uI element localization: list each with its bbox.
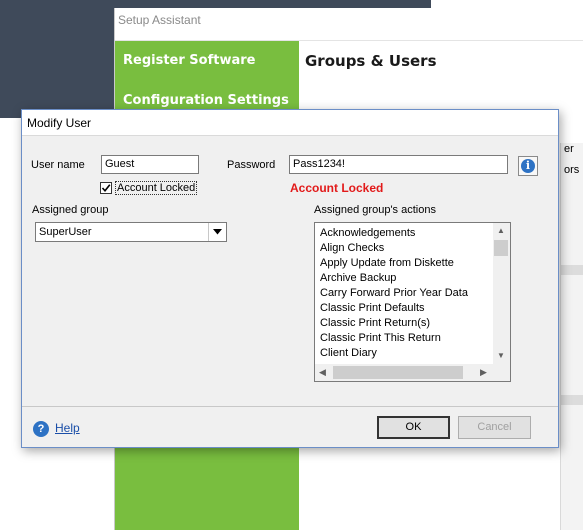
setup-assistant-titlebar: Setup Assistant xyxy=(115,8,583,41)
list-item[interactable]: Client Diary xyxy=(320,346,488,361)
vertical-scroll-thumb[interactable] xyxy=(494,240,508,256)
account-locked-status: Account Locked xyxy=(290,181,384,195)
list-item[interactable]: Carry Forward Prior Year Data xyxy=(320,286,488,301)
table-band xyxy=(561,395,583,405)
vertical-scrollbar[interactable]: ▲ ▼ xyxy=(493,223,510,364)
help-link[interactable]: Help xyxy=(55,421,80,435)
actions-label: Assigned group's actions xyxy=(314,204,436,216)
dialog-titlebar: Modify User xyxy=(22,110,558,136)
desktop-background-top xyxy=(114,0,431,8)
sidebar-item-configuration-settings[interactable]: Configuration Settings xyxy=(123,93,289,108)
assigned-group-value: SuperUser xyxy=(39,226,92,238)
scrollbar-corner xyxy=(493,364,510,381)
password-input[interactable]: Pass1234! xyxy=(289,155,508,174)
list-item[interactable]: Acknowledgements xyxy=(320,226,488,241)
list-item[interactable]: Apply Update from Diskette xyxy=(320,256,488,271)
sidebar-item-register-software[interactable]: Register Software xyxy=(123,53,255,68)
scroll-up-icon[interactable]: ▲ xyxy=(497,226,505,235)
list-item[interactable]: Archive Backup xyxy=(320,271,488,286)
checkmark-icon xyxy=(101,184,111,193)
list-item[interactable]: Classic Print Return(s) xyxy=(320,316,488,331)
list-item[interactable]: Align Checks xyxy=(320,241,488,256)
cancel-button[interactable]: Cancel xyxy=(458,416,531,439)
ok-button[interactable]: OK xyxy=(377,416,450,439)
info-button[interactable]: i xyxy=(518,156,538,176)
dialog-title: Modify User xyxy=(27,116,92,130)
horizontal-scrollbar[interactable]: ◀ ▶ xyxy=(315,364,510,381)
account-locked-checkbox-label[interactable]: Account Locked xyxy=(115,181,198,195)
password-label: Password xyxy=(227,159,276,171)
assigned-group-label: Assigned group xyxy=(32,204,109,216)
table-cell-partial: ors xyxy=(564,164,580,176)
users-table-partial: er ors xyxy=(560,143,583,530)
horizontal-scroll-thumb[interactable] xyxy=(333,366,463,379)
assigned-group-select[interactable]: SuperUser xyxy=(35,222,227,242)
user-name-label: User name xyxy=(31,159,85,171)
dropdown-arrow-icon xyxy=(213,229,222,235)
user-name-input[interactable]: Guest xyxy=(101,155,199,174)
scroll-down-icon[interactable]: ▼ xyxy=(497,351,505,360)
desktop-background xyxy=(0,0,114,118)
table-band xyxy=(561,265,583,275)
help-icon[interactable]: ? xyxy=(33,421,49,437)
actions-list: Acknowledgements Align Checks Apply Update… xyxy=(320,226,488,361)
actions-listbox[interactable]: Acknowledgements Align Checks Apply Update… xyxy=(314,222,511,382)
list-item[interactable]: Classic Print Defaults xyxy=(320,301,488,316)
setup-assistant-title: Setup Assistant xyxy=(118,13,201,27)
list-item[interactable]: Classic Print This Return xyxy=(320,331,488,346)
page-heading: Groups & Users xyxy=(305,52,437,70)
scroll-left-icon[interactable]: ◀ xyxy=(319,367,326,378)
scroll-right-icon[interactable]: ▶ xyxy=(480,367,487,378)
account-locked-checkbox[interactable] xyxy=(100,182,112,194)
column-header-partial: er xyxy=(564,143,574,155)
modify-user-dialog: Modify User User name Guest Password Pas… xyxy=(21,109,559,448)
dropdown-arrow-button[interactable] xyxy=(208,223,226,241)
footer-divider xyxy=(22,406,558,407)
info-icon: i xyxy=(521,159,535,173)
